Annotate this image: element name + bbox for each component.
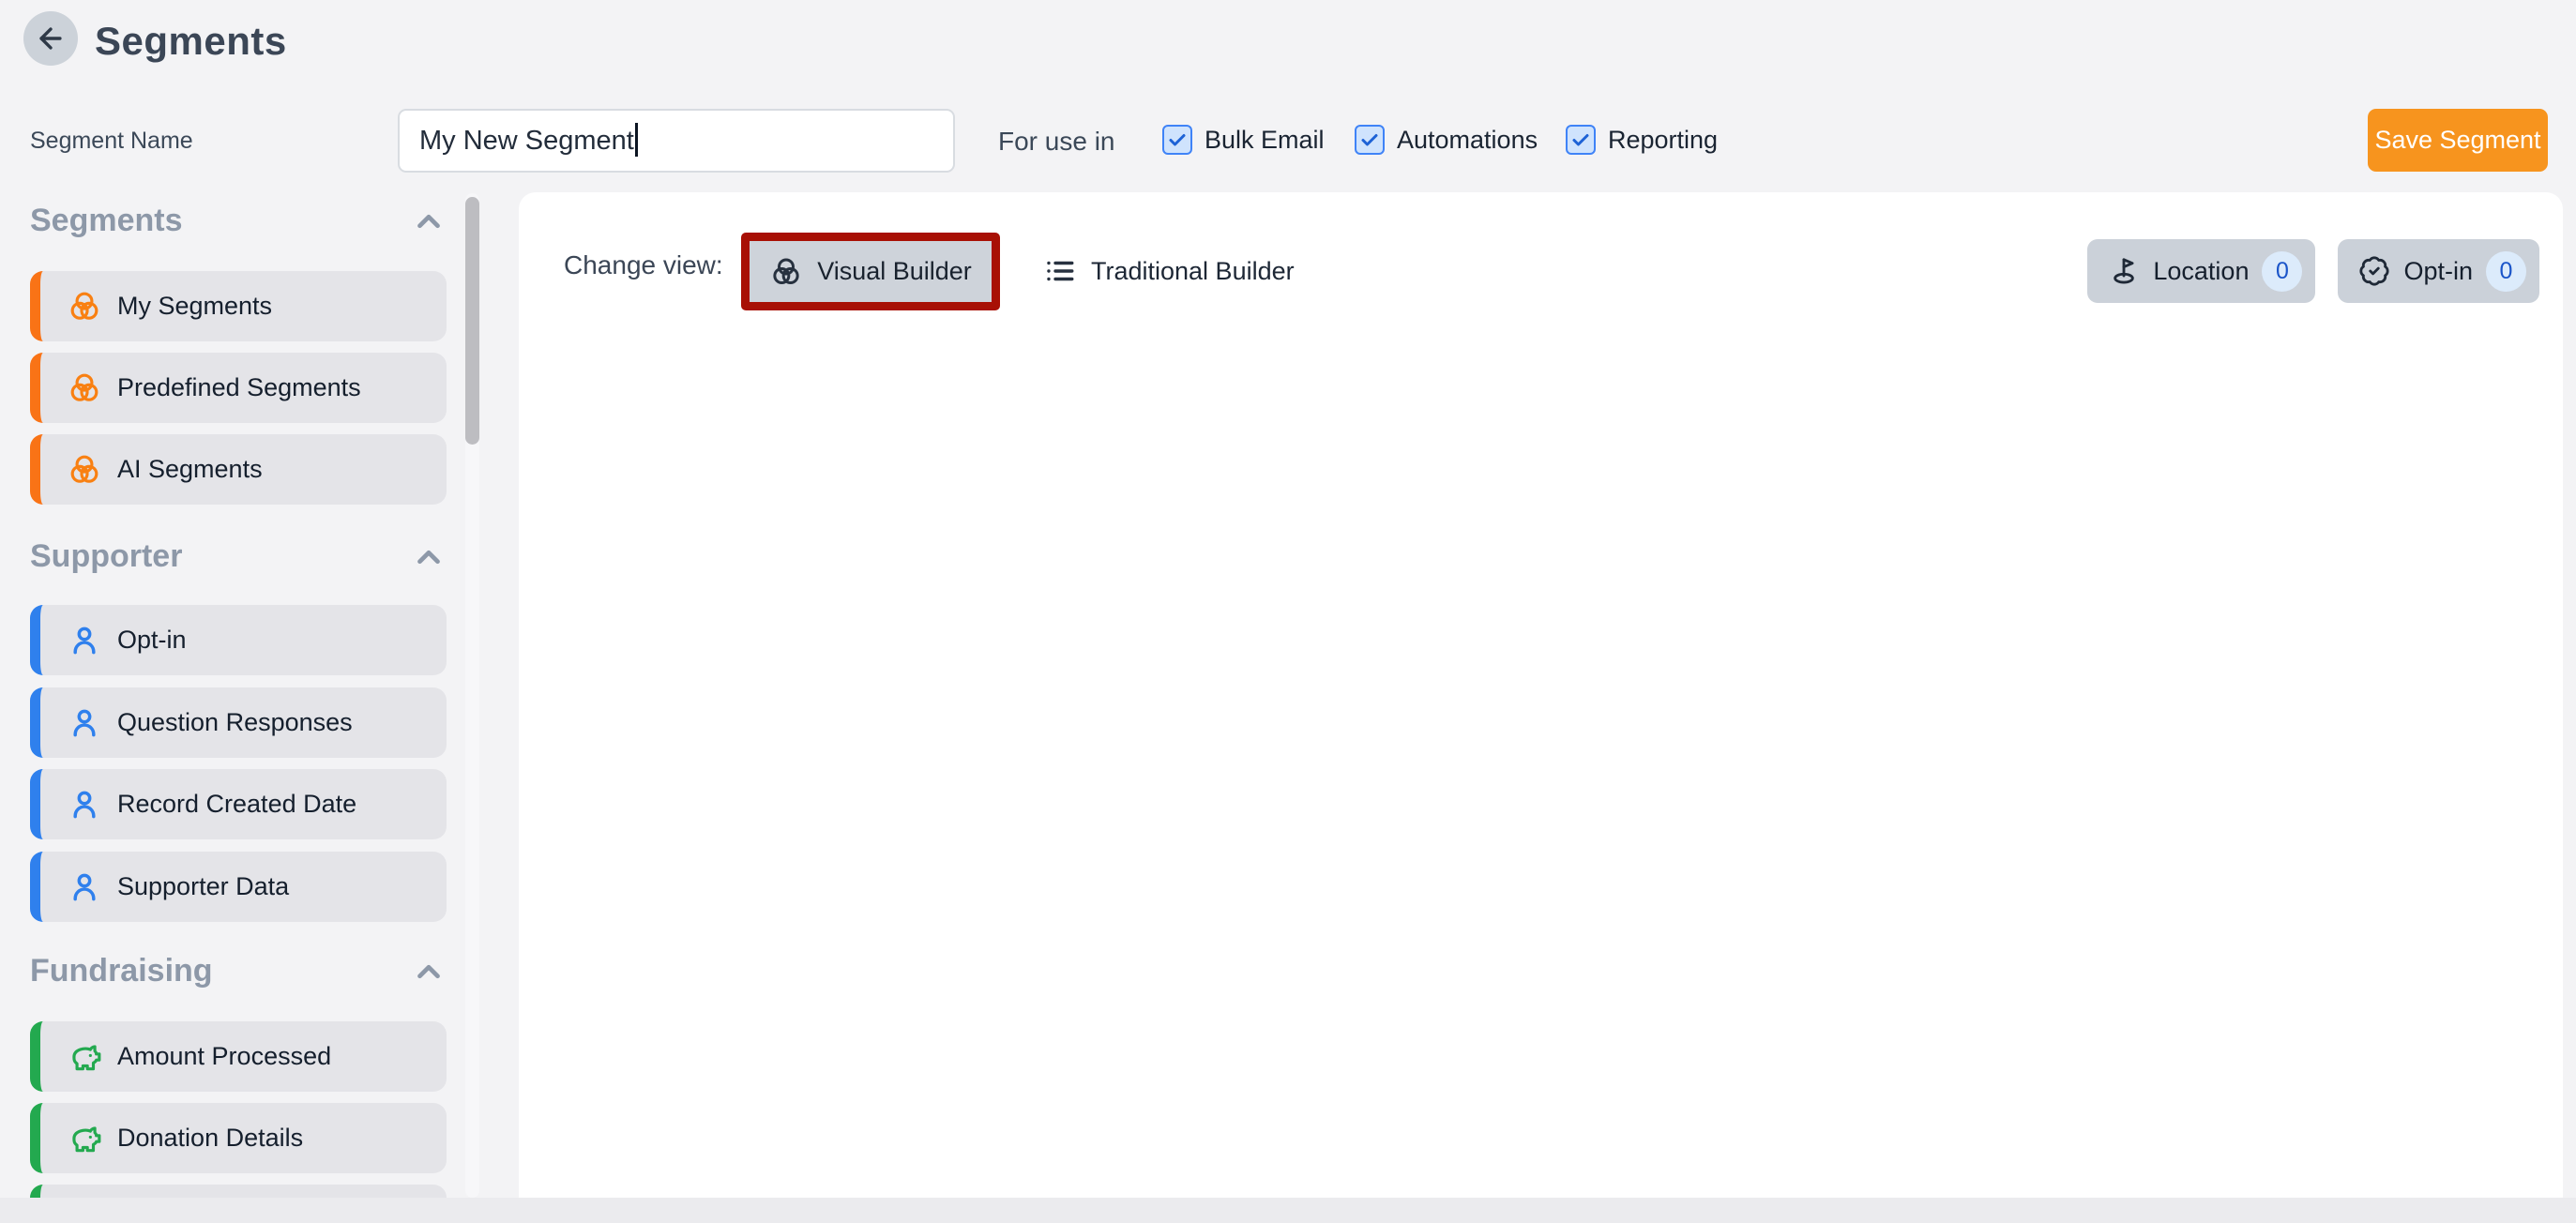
visual-builder-button[interactable]: Visual Builder	[750, 241, 992, 302]
opt-in-filter-chip[interactable]: Opt-in 0	[2338, 239, 2539, 303]
item-label: Predefined Segments	[117, 373, 361, 402]
goal-flag-icon	[2108, 255, 2140, 287]
section-title-fundraising: Fundraising	[30, 953, 213, 989]
sidebar-item-my-segments[interactable]: My Segments	[30, 271, 447, 341]
sidebar-section-supporter-header[interactable]: Supporter	[30, 538, 447, 575]
sidebar-item-record-created-date[interactable]: Record Created Date	[30, 769, 447, 839]
page-bottom-strip	[0, 1198, 2576, 1223]
chevron-up-icon[interactable]	[411, 539, 447, 575]
user-icon	[67, 623, 102, 658]
change-view-label: Change view:	[564, 250, 723, 280]
section-title-segments: Segments	[30, 203, 183, 239]
sidebar-scrollbar-thumb[interactable]	[465, 197, 479, 445]
chevron-up-icon[interactable]	[411, 954, 447, 989]
visual-builder-highlight-box: Visual Builder	[741, 233, 1000, 310]
user-icon	[67, 787, 102, 823]
active-filter-chips: Location 0 Opt-in 0	[2087, 239, 2539, 303]
item-label: Amount Processed	[117, 1042, 331, 1071]
sidebar-item-total-donation-value[interactable]: Total Donation Value	[30, 1185, 447, 1198]
location-chip-label: Location	[2153, 257, 2249, 286]
location-filter-chip[interactable]: Location 0	[2087, 239, 2315, 303]
item-label: Question Responses	[117, 708, 353, 737]
item-label: Record Created Date	[117, 790, 356, 819]
list-icon	[1044, 255, 1076, 287]
chevron-up-icon[interactable]	[411, 204, 447, 239]
segments-page: Segments Segment Name My New Segment For…	[0, 0, 2576, 1223]
opt-in-chip-label: Opt-in	[2403, 257, 2473, 286]
sidebar-item-opt-in[interactable]: Opt-in	[30, 605, 447, 675]
traditional-builder-label: Traditional Builder	[1091, 257, 1295, 286]
traditional-builder-button[interactable]: Traditional Builder	[1044, 239, 1295, 303]
section-title-supporter: Supporter	[30, 538, 182, 575]
item-label: Supporter Data	[117, 872, 289, 901]
venn-circles-icon	[67, 289, 102, 325]
location-count-badge: 0	[2262, 251, 2302, 292]
sidebar-item-question-responses[interactable]: Question Responses	[30, 687, 447, 758]
sidebar-item-predefined-segments[interactable]: Predefined Segments	[30, 353, 447, 423]
opt-in-count-badge: 0	[2486, 251, 2526, 292]
sidebar-section-fundraising-header[interactable]: Fundraising	[30, 953, 447, 989]
sidebar-item-donation-details[interactable]: Donation Details	[30, 1103, 447, 1173]
visual-builder-label: Visual Builder	[817, 257, 972, 286]
item-label: AI Segments	[117, 455, 263, 484]
piggy-bank-icon	[67, 1121, 102, 1156]
sidebar-item-ai-segments[interactable]: AI Segments	[30, 434, 447, 505]
item-label: My Segments	[117, 292, 272, 321]
venn-circles-icon	[67, 370, 102, 406]
badge-check-icon	[2358, 255, 2390, 287]
content-area: Segments My Segments Predefined Segments…	[0, 0, 2576, 1198]
builder-panel: Change view: Visual Builder Traditional …	[519, 192, 2563, 1198]
venn-circles-icon	[67, 452, 102, 488]
piggy-bank-icon	[67, 1039, 102, 1075]
user-icon	[67, 869, 102, 905]
item-label: Donation Details	[117, 1124, 303, 1153]
venn-circles-icon	[769, 255, 803, 289]
item-label: Opt-in	[117, 626, 187, 655]
sidebar-section-segments-header[interactable]: Segments	[30, 203, 447, 239]
sidebar-item-amount-processed[interactable]: Amount Processed	[30, 1021, 447, 1092]
sidebar-item-supporter-data[interactable]: Supporter Data	[30, 852, 447, 922]
user-icon	[67, 705, 102, 741]
